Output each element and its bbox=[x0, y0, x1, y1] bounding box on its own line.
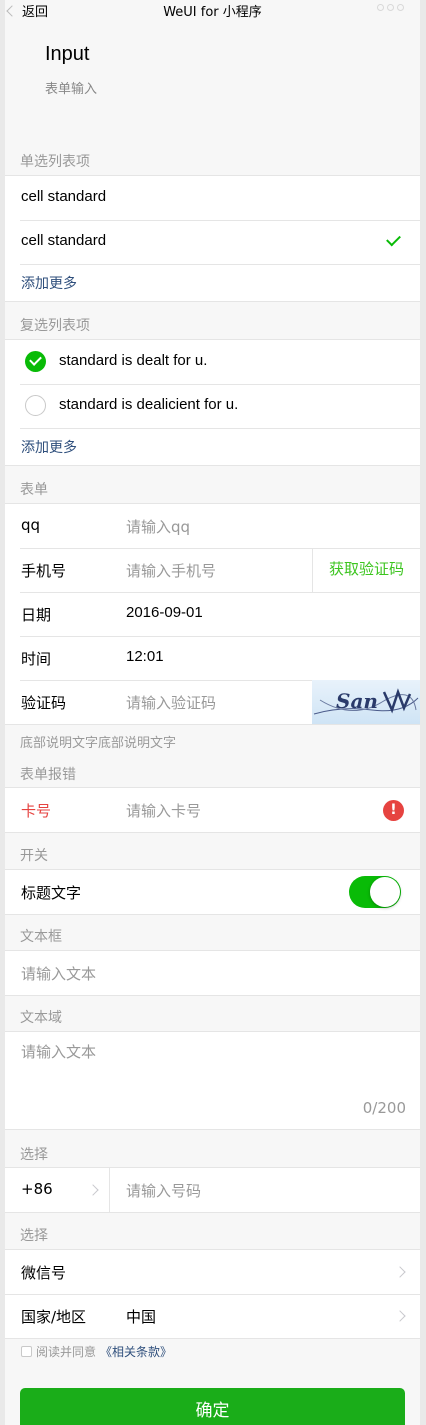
select1-group: +86 请输入号码 bbox=[5, 1167, 420, 1213]
page-title: Input bbox=[45, 43, 90, 65]
vcode-row: 验证码 请输入验证码 San bbox=[5, 680, 420, 724]
date-label: 日期 bbox=[21, 606, 52, 624]
app: 返回 WeUI for 小程序 Input 表单输入 单选列表项 cell st… bbox=[5, 0, 420, 1425]
textarea-counter: 0/200 bbox=[362, 1099, 406, 1117]
error-group: 卡号 请输入卡号 ! bbox=[5, 787, 420, 833]
textarea-group: 请输入文本 0/200 bbox=[5, 1031, 420, 1130]
checkmark-icon bbox=[386, 231, 401, 247]
vcode-label: 验证码 bbox=[21, 694, 67, 712]
date-picker[interactable]: 2016-09-01 bbox=[126, 604, 203, 621]
radio-group: cell standard cell standard 添加更多 bbox=[5, 175, 420, 302]
agree-text: 阅读并同意 bbox=[36, 1345, 97, 1359]
checkbox-item-label: standard is dealicient for u. bbox=[59, 396, 239, 413]
chevron-right-icon bbox=[394, 1310, 406, 1322]
qq-label: qq bbox=[21, 516, 41, 534]
form-footer-tip: 底部说明文字底部说明文字 bbox=[20, 736, 177, 751]
page-desc: 表单输入 bbox=[45, 82, 98, 97]
qq-row: qq 请输入qq bbox=[5, 504, 420, 548]
phone-code-row: +86 请输入号码 bbox=[5, 1168, 420, 1212]
warn-icon: ! bbox=[383, 800, 404, 821]
switch-label: 标题文字 bbox=[21, 884, 82, 902]
checkbox-item[interactable]: standard is dealt for u. bbox=[5, 340, 420, 384]
checkbox-item[interactable]: standard is dealicient for u. bbox=[5, 384, 420, 428]
divider bbox=[109, 1168, 110, 1212]
checkbox-group: standard is dealt for u. standard is dea… bbox=[5, 339, 420, 466]
error-section-title: 表单报错 bbox=[20, 767, 76, 783]
checkbox-section-title: 复选列表项 bbox=[20, 318, 90, 334]
agreement: 阅读并同意 《相关条款》 bbox=[21, 1343, 172, 1360]
terms-link[interactable]: 《相关条款》 bbox=[100, 1343, 172, 1360]
radio-add-more-row[interactable]: 添加更多 bbox=[5, 264, 420, 301]
select2-section-title: 选择 bbox=[20, 1228, 48, 1244]
checkbox-item-label: standard is dealt for u. bbox=[59, 352, 208, 369]
phone-input[interactable]: 请输入手机号 bbox=[126, 560, 216, 581]
textarea-section-title: 文本域 bbox=[20, 1010, 62, 1026]
wechat-select-row[interactable]: 微信号 bbox=[5, 1250, 420, 1294]
phone-label: 手机号 bbox=[21, 562, 67, 580]
confirm-button[interactable]: 确定 bbox=[20, 1388, 405, 1425]
vcode-input[interactable]: 请输入验证码 bbox=[126, 692, 216, 713]
phone-number-input[interactable]: 请输入号码 bbox=[126, 1180, 201, 1201]
checkbox-unchecked-icon[interactable] bbox=[25, 395, 46, 416]
checkbox-add-more-link[interactable]: 添加更多 bbox=[21, 437, 77, 457]
country-value: 中国 bbox=[126, 1309, 157, 1326]
select2-group: 微信号 国家/地区 中国 bbox=[5, 1249, 420, 1339]
textarea-input[interactable]: 请输入文本 bbox=[21, 1041, 96, 1062]
checkbox-add-more-row[interactable]: 添加更多 bbox=[5, 428, 420, 465]
get-vcode-button[interactable]: 获取验证码 bbox=[312, 548, 420, 592]
time-row[interactable]: 时间 12:01 bbox=[5, 636, 420, 680]
textbox-section-title: 文本框 bbox=[20, 929, 62, 945]
text-input[interactable]: 请输入文本 bbox=[21, 963, 96, 984]
select1-section-title: 选择 bbox=[20, 1147, 48, 1163]
qq-input[interactable]: 请输入qq bbox=[126, 516, 190, 537]
radio-item-label: cell standard bbox=[21, 232, 107, 249]
time-picker[interactable]: 12:01 bbox=[126, 648, 164, 665]
captcha-text: San bbox=[336, 689, 378, 713]
textbox-group: 请输入文本 bbox=[5, 950, 420, 996]
checkbox-checked-icon[interactable] bbox=[25, 351, 46, 372]
country-select-row[interactable]: 国家/地区 中国 bbox=[5, 1294, 420, 1338]
radio-section-title: 单选列表项 bbox=[20, 154, 90, 170]
date-row[interactable]: 日期 2016-09-01 bbox=[5, 592, 420, 636]
captcha-image[interactable]: San bbox=[312, 680, 420, 724]
nav-bar: 返回 WeUI for 小程序 bbox=[5, 0, 420, 20]
radio-item-label: cell standard bbox=[21, 188, 107, 205]
toggle-switch[interactable] bbox=[349, 876, 401, 908]
radio-item[interactable]: cell standard bbox=[5, 220, 420, 264]
chevron-right-icon bbox=[87, 1184, 99, 1196]
nav-title: WeUI for 小程序 bbox=[163, 5, 262, 20]
radio-add-more-link[interactable]: 添加更多 bbox=[21, 273, 77, 293]
phone-row: 手机号 请输入手机号 获取验证码 bbox=[5, 548, 420, 592]
switch-group: 标题文字 bbox=[5, 869, 420, 915]
country-code-select[interactable]: +86 bbox=[21, 1180, 53, 1198]
more-menu-icon[interactable] bbox=[377, 4, 404, 11]
form-section-title: 表单 bbox=[20, 482, 48, 498]
card-row: 卡号 请输入卡号 ! bbox=[5, 788, 420, 832]
country-label: 国家/地区 bbox=[21, 1308, 87, 1326]
wechat-select-label: 微信号 bbox=[21, 1264, 67, 1282]
agree-checkbox[interactable] bbox=[21, 1346, 32, 1357]
card-label: 卡号 bbox=[21, 802, 52, 820]
radio-item[interactable]: cell standard bbox=[5, 176, 420, 220]
card-input[interactable]: 请输入卡号 bbox=[126, 800, 201, 821]
form-group: qq 请输入qq 手机号 请输入手机号 获取验证码 日期 2016-09-01 … bbox=[5, 503, 420, 725]
time-label: 时间 bbox=[21, 650, 52, 668]
textbox-row: 请输入文本 bbox=[5, 951, 420, 995]
switch-row: 标题文字 bbox=[5, 870, 420, 914]
chevron-right-icon bbox=[394, 1266, 406, 1278]
switch-section-title: 开关 bbox=[20, 848, 48, 864]
